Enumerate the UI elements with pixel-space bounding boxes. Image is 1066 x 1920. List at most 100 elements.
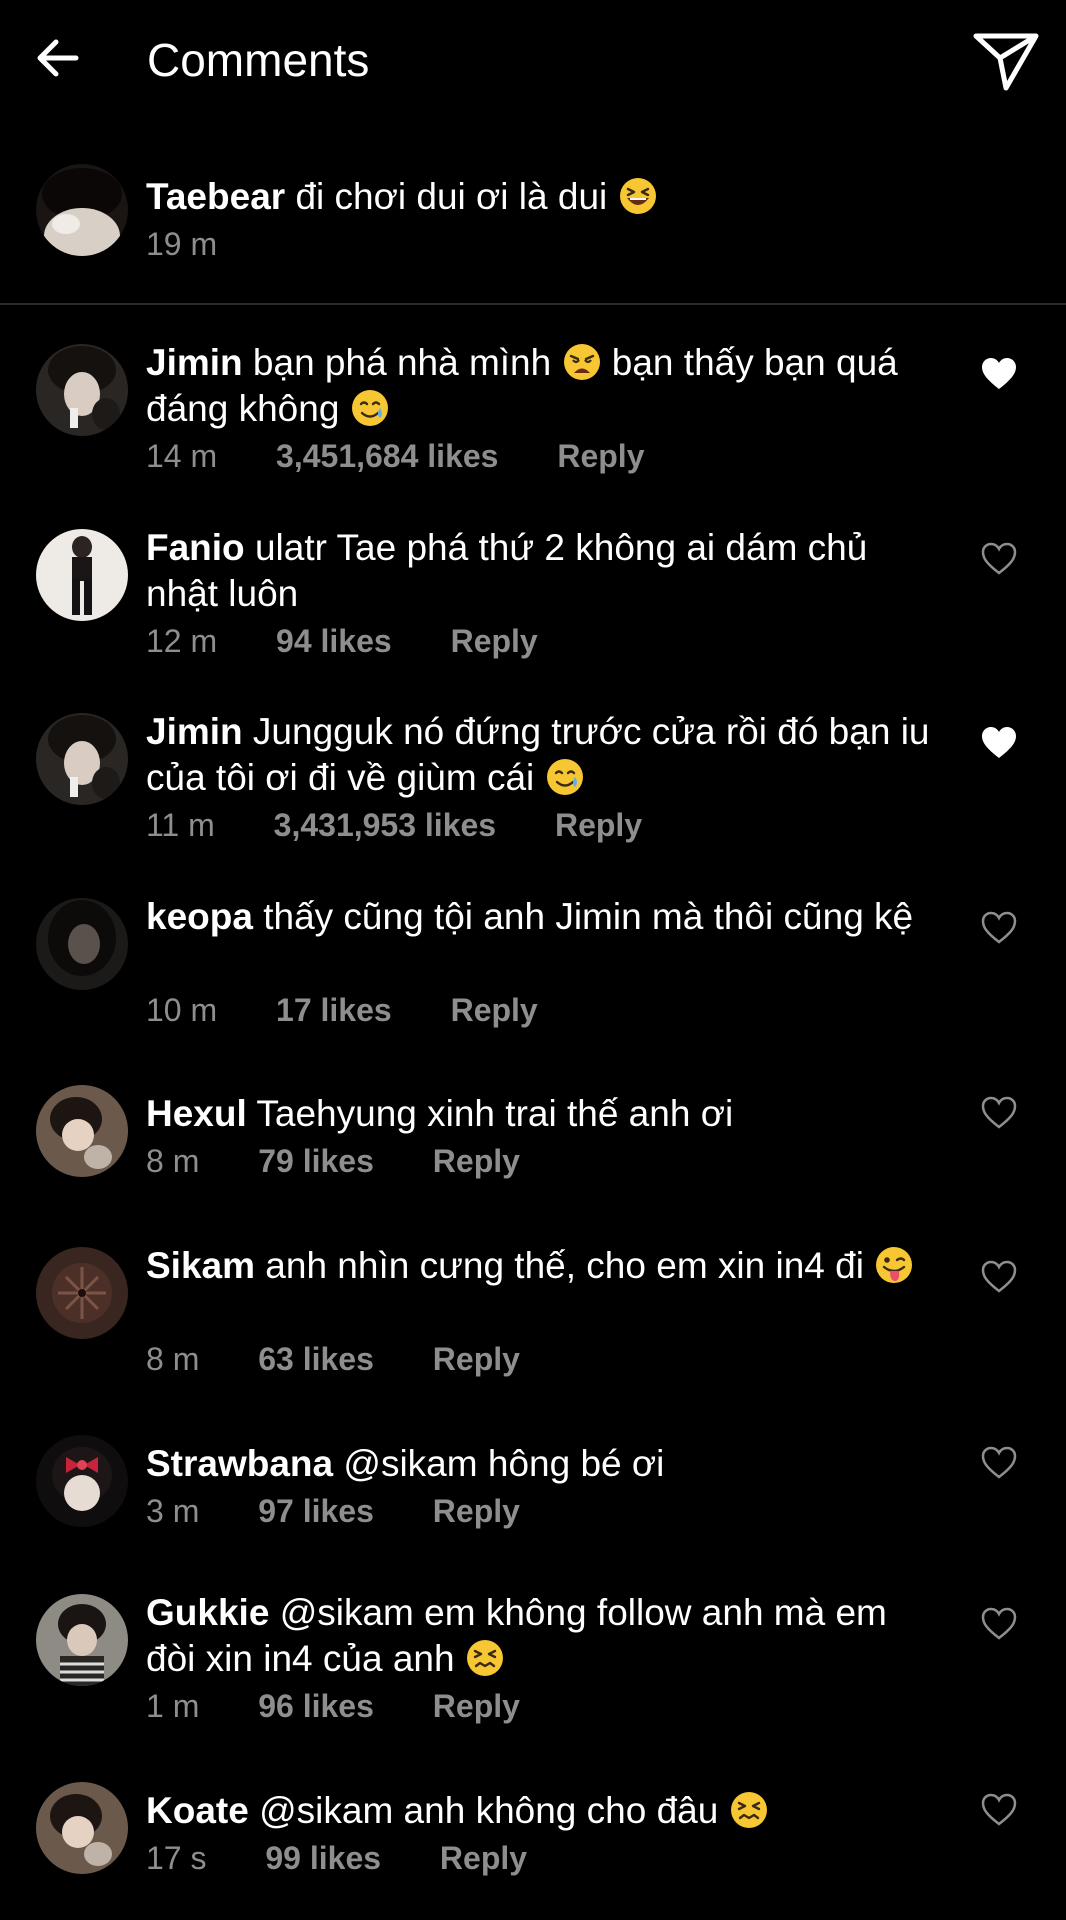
- comment-meta: 3 m 97 likes Reply: [146, 1491, 570, 1531]
- comment-text: keopa thấy cũng tội anh Jimin mà thôi cũ…: [146, 894, 946, 940]
- comment-username[interactable]: Koate: [146, 1790, 249, 1831]
- reply-button[interactable]: Reply: [440, 1838, 527, 1878]
- reply-button[interactable]: Reply: [433, 1491, 520, 1531]
- comment-meta: 8 m 63 likes Reply: [146, 1339, 570, 1379]
- comment-meta: 1 m 96 likes Reply: [146, 1686, 570, 1726]
- smiling-tear-emoji-icon: [350, 388, 390, 428]
- heart-outline-icon[interactable]: [980, 910, 1018, 946]
- heart-outline-icon[interactable]: [980, 541, 1018, 577]
- heart-outline-icon[interactable]: [980, 1445, 1018, 1481]
- comment-likes[interactable]: 17 likes: [276, 990, 392, 1030]
- confounded-emoji-icon: [729, 1790, 769, 1830]
- comment-time: 12 m: [146, 623, 218, 659]
- reply-button[interactable]: Reply: [433, 1141, 520, 1181]
- heart-filled-icon[interactable]: [980, 725, 1018, 761]
- comment-text: Gukkie @sikam em không follow anh mà em …: [146, 1590, 946, 1682]
- comment-body: Taehyung xinh trai thế anh ơi: [256, 1093, 734, 1134]
- avatar[interactable]: [36, 164, 128, 256]
- back-arrow-icon[interactable]: [30, 30, 86, 86]
- smiling-tear-emoji-icon: [545, 757, 585, 797]
- caption-text: Taebear đi chơi dui ơi là dui: [146, 174, 946, 220]
- comment-body: ulatr Tae phá thứ 2 không ai dám chủ nhậ…: [146, 527, 868, 614]
- laughing-squint-emoji-icon: [618, 176, 658, 216]
- comment-item: Strawbana @sikam hông bé ơi 3 m 97 likes…: [0, 1435, 1066, 1551]
- comment-likes[interactable]: 63 likes: [258, 1339, 374, 1379]
- comment-item: Koate @sikam anh không cho đâu 17 s 99 l…: [0, 1782, 1066, 1898]
- reply-button[interactable]: Reply: [433, 1339, 520, 1379]
- caption-time: 19 m: [146, 226, 218, 262]
- comment-text: Sikam anh nhìn cưng thế, cho em xin in4 …: [146, 1243, 946, 1289]
- comment-likes[interactable]: 96 likes: [258, 1686, 374, 1726]
- comment-username[interactable]: keopa: [146, 896, 253, 937]
- comment-body: @sikam hông bé ơi: [343, 1443, 665, 1484]
- comment-username[interactable]: Jimin: [146, 342, 243, 383]
- comment-meta: 11 m 3,431,953 likes Reply: [146, 805, 692, 845]
- page-title: Comments: [147, 34, 370, 86]
- comment-username[interactable]: Fanio: [146, 527, 245, 568]
- comment-username[interactable]: Gukkie: [146, 1592, 269, 1633]
- heart-outline-icon[interactable]: [980, 1259, 1018, 1295]
- avatar[interactable]: [36, 1435, 128, 1527]
- reply-button[interactable]: Reply: [557, 436, 644, 476]
- reply-button[interactable]: Reply: [555, 805, 642, 845]
- comment-meta: 12 m 94 likes Reply: [146, 621, 588, 661]
- comment-item: Jimin bạn phá nhà mình bạn thấy bạn quá …: [0, 340, 1066, 490]
- comment-time: 17 s: [146, 1840, 207, 1876]
- tongue-wink-emoji-icon: [874, 1245, 914, 1285]
- comment-body: anh nhìn cưng thế, cho em xin in4 đi: [265, 1245, 864, 1286]
- comment-time: 8 m: [146, 1341, 200, 1377]
- comment-username[interactable]: Jimin: [146, 711, 243, 752]
- comment-likes[interactable]: 99 likes: [265, 1838, 381, 1878]
- comment-meta: 8 m 79 likes Reply: [146, 1141, 570, 1181]
- caption-username[interactable]: Taebear: [146, 176, 285, 217]
- heart-outline-icon[interactable]: [980, 1606, 1018, 1642]
- header-bar: Comments: [0, 0, 1066, 124]
- comment-time: 11 m: [146, 807, 215, 843]
- comment-likes[interactable]: 3,451,684 likes: [276, 436, 498, 476]
- comment-body: thấy cũng tội anh Jimin mà thôi cũng kệ: [263, 896, 914, 937]
- avatar[interactable]: [36, 898, 128, 990]
- avatar[interactable]: [36, 1247, 128, 1339]
- heart-outline-icon[interactable]: [980, 1792, 1018, 1828]
- avatar[interactable]: [36, 1782, 128, 1874]
- comment-username[interactable]: Hexul: [146, 1093, 247, 1134]
- comment-time: 3 m: [146, 1493, 200, 1529]
- comment-text: Jimin Jungguk nó đứng trước cửa rồi đó b…: [146, 709, 946, 801]
- weary-emoji-icon: [562, 342, 602, 382]
- comment-item: Gukkie @sikam em không follow anh mà em …: [0, 1590, 1066, 1740]
- heart-outline-icon[interactable]: [980, 1095, 1018, 1131]
- comment-body: bạn phá nhà mình: [252, 342, 552, 383]
- comment-time: 14 m: [146, 438, 218, 474]
- avatar[interactable]: [36, 713, 128, 805]
- reply-button[interactable]: Reply: [451, 621, 538, 661]
- divider: [0, 303, 1066, 305]
- comment-username[interactable]: Strawbana: [146, 1443, 333, 1484]
- comment-username[interactable]: Sikam: [146, 1245, 255, 1286]
- heart-filled-icon[interactable]: [980, 356, 1018, 392]
- comment-likes[interactable]: 94 likes: [276, 621, 392, 661]
- comment-time: 8 m: [146, 1143, 200, 1179]
- comment-likes[interactable]: 79 likes: [258, 1141, 374, 1181]
- caption-meta: 19 m: [146, 224, 267, 264]
- comment-meta: 17 s 99 likes Reply: [146, 1838, 577, 1878]
- comment-text: Koate @sikam anh không cho đâu: [146, 1788, 946, 1834]
- comment-body: Jungguk nó đứng trước cửa rồi đó bạn iu …: [146, 711, 930, 798]
- send-direct-icon[interactable]: [970, 28, 1042, 94]
- confounded-emoji-icon: [465, 1638, 505, 1678]
- comments-screen: Comments Taebear đi chơi dui ơi là dui 1…: [0, 0, 1066, 1920]
- comment-item: Sikam anh nhìn cưng thế, cho em xin in4 …: [0, 1243, 1066, 1393]
- reply-button[interactable]: Reply: [433, 1686, 520, 1726]
- comment-likes[interactable]: 3,431,953 likes: [274, 805, 496, 845]
- comment-time: 10 m: [146, 992, 218, 1028]
- avatar[interactable]: [36, 529, 128, 621]
- avatar[interactable]: [36, 1594, 128, 1686]
- comment-likes[interactable]: 97 likes: [258, 1491, 374, 1531]
- comment-text: Fanio ulatr Tae phá thứ 2 không ai dám c…: [146, 525, 946, 617]
- comment-time: 1 m: [146, 1688, 200, 1724]
- avatar[interactable]: [36, 344, 128, 436]
- comment-meta: 14 m 3,451,684 likes Reply: [146, 436, 694, 476]
- comment-item: Hexul Taehyung xinh trai thế anh ơi 8 m …: [0, 1085, 1066, 1201]
- avatar[interactable]: [36, 1085, 128, 1177]
- reply-button[interactable]: Reply: [451, 990, 538, 1030]
- comment-text: Strawbana @sikam hông bé ơi: [146, 1441, 946, 1487]
